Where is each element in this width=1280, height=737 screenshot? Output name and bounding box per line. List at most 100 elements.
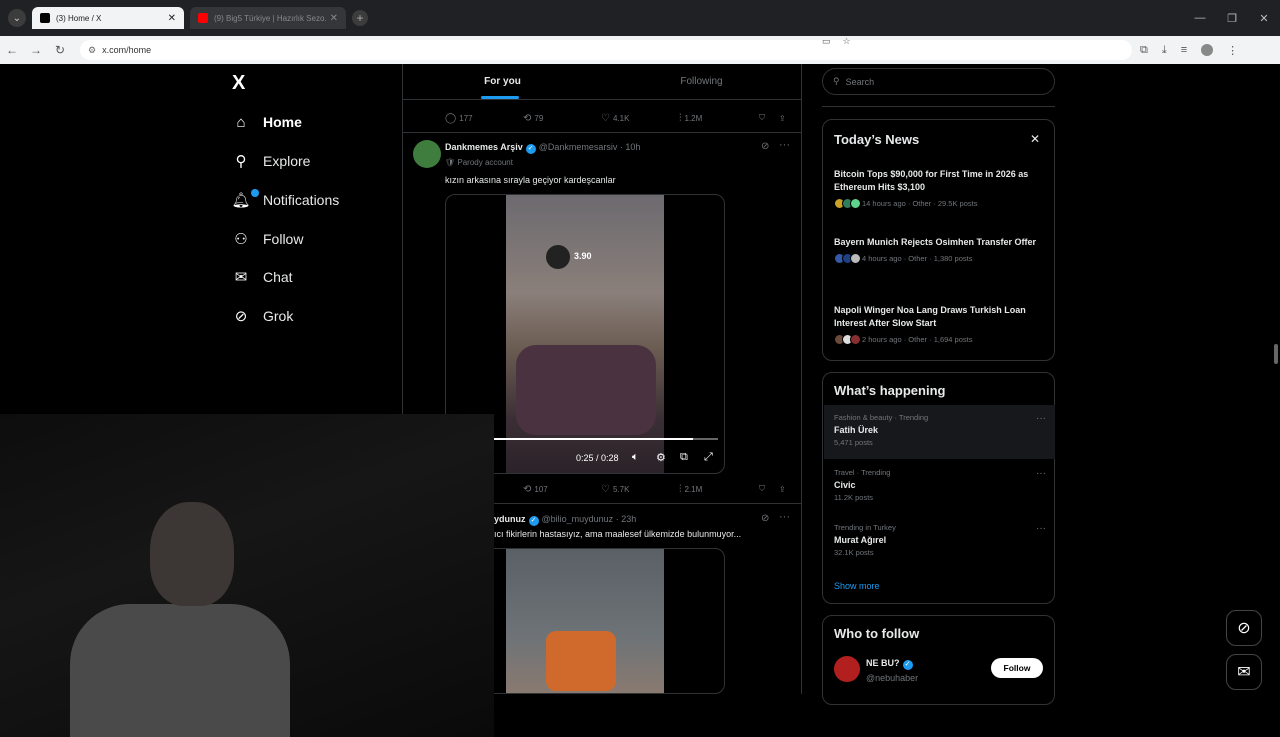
share-icon[interactable]: ⇪ bbox=[779, 114, 786, 123]
tweet-actions: ⟲ 107 ♡ 5.7K ⫶ 2.1M ⛉ ⇪ bbox=[445, 481, 786, 497]
bookmark-star-icon[interactable]: ☆ bbox=[843, 36, 851, 47]
tweet-header: Dankmemes Arşiv ✓ @Dankmemesarsiv · 10h bbox=[445, 142, 641, 154]
new-tab-button[interactable]: + bbox=[352, 10, 368, 26]
trend-item[interactable]: Fashion & beauty · Trending Fatih Ürek 5… bbox=[834, 413, 1046, 447]
extensions-icon[interactable]: ⧉ bbox=[1140, 44, 1148, 57]
close-tab-icon[interactable]: ✕ bbox=[330, 13, 338, 24]
tweet-time[interactable]: 10h bbox=[625, 142, 640, 152]
reload-icon[interactable]: ↻ bbox=[48, 43, 72, 57]
news-title: Today’s News bbox=[834, 132, 920, 147]
like-button[interactable]: ♡ 5.7K bbox=[601, 484, 629, 495]
news-item[interactable]: Napoli Winger Noa Lang Draws Turkish Loa… bbox=[834, 304, 1046, 345]
address-bar[interactable]: ⚙ x.com/home ▭ ☆ bbox=[80, 36, 1132, 60]
back-icon[interactable]: ← bbox=[0, 43, 24, 57]
site-info-icon[interactable]: ⚙ bbox=[88, 45, 96, 56]
repost-icon: ⟲ bbox=[523, 483, 532, 495]
menu-icon[interactable]: ⋮ bbox=[1227, 44, 1238, 57]
nav-item-chat[interactable]: ✉ Chat bbox=[232, 265, 293, 289]
messages-float-icon[interactable]: ✉ bbox=[1226, 654, 1262, 690]
notification-badge bbox=[251, 189, 259, 197]
more-options-icon[interactable]: ··· bbox=[1036, 413, 1046, 424]
like-count: 5.7K bbox=[612, 484, 630, 494]
follow-icon: ⚇ bbox=[234, 231, 248, 248]
trend-category: Travel · Trending bbox=[834, 468, 891, 477]
trend-count: 5,471 posts bbox=[834, 438, 873, 447]
follow-button[interactable]: Follow bbox=[991, 658, 1043, 678]
search-icon: ⚲ bbox=[235, 153, 247, 170]
more-options-icon[interactable]: ··· bbox=[1036, 523, 1046, 534]
search-input[interactable]: ⚲ Search bbox=[822, 68, 1055, 95]
news-headline: Bitcoin Tops $90,000 for First Time in 2… bbox=[834, 169, 1029, 192]
video-progress-fill bbox=[494, 438, 694, 440]
author-name[interactable]: ydunuz bbox=[494, 514, 526, 524]
views-button[interactable]: ⫶ 1.2M bbox=[679, 113, 702, 124]
restore-icon[interactable]: ❐ bbox=[1216, 0, 1248, 36]
mail-icon: ✉ bbox=[234, 269, 248, 286]
more-options-icon[interactable]: ··· bbox=[779, 511, 790, 523]
account-avatar[interactable] bbox=[834, 656, 860, 682]
trend-name: Fatih Ürek bbox=[834, 425, 879, 435]
fullscreen-icon[interactable]: ⤢ bbox=[704, 451, 713, 464]
divider bbox=[822, 106, 1055, 107]
news-meta-text: 14 hours ago · Other · 29.5K posts bbox=[862, 199, 978, 208]
nav-item-home[interactable]: ⌂ Home bbox=[232, 110, 301, 134]
nav-label: Explore bbox=[263, 153, 311, 169]
more-options-icon[interactable]: ··· bbox=[779, 139, 790, 151]
x-logo[interactable]: X bbox=[232, 72, 245, 95]
nav-item-grok[interactable]: ⊘ Grok bbox=[232, 304, 294, 328]
grok-icon[interactable]: ⊘ bbox=[761, 141, 769, 152]
settings-icon[interactable]: ⚙ bbox=[656, 451, 666, 464]
tab-following[interactable]: Following bbox=[602, 64, 801, 99]
news-meta-text: 4 hours ago · Other · 1,380 posts bbox=[862, 254, 973, 263]
download-icon[interactable]: ⤓ bbox=[1162, 44, 1167, 57]
browser-tab-x-home[interactable]: (3) Home / X ✕ bbox=[32, 7, 184, 29]
minimize-icon[interactable]: — bbox=[1184, 0, 1216, 36]
close-tab-icon[interactable]: ✕ bbox=[168, 13, 176, 24]
trend-count: 32.1K posts bbox=[834, 548, 874, 557]
news-item[interactable]: Bitcoin Tops $90,000 for First Time in 2… bbox=[834, 168, 1046, 209]
author-handle[interactable]: @bilio_muydunuz bbox=[542, 514, 614, 524]
tweet-time[interactable]: 23h bbox=[621, 514, 636, 524]
like-button[interactable]: ♡ 4.1K bbox=[601, 113, 629, 124]
bookmark-icon[interactable]: ⛉ bbox=[759, 484, 765, 494]
nav-item-explore[interactable]: ⚲ Explore bbox=[232, 149, 311, 173]
news-item[interactable]: Bayern Munich Rejects Osimhen Transfer O… bbox=[834, 236, 1046, 264]
avatar-stack bbox=[834, 334, 861, 345]
tab-for-you[interactable]: For you bbox=[403, 64, 602, 99]
tab-title: (9) Big5 Türkiye | Hazırlık Sezo... bbox=[214, 13, 326, 23]
cast-icon[interactable]: ▭ bbox=[822, 36, 831, 47]
more-options-icon[interactable]: ··· bbox=[1036, 468, 1046, 479]
divider bbox=[801, 64, 802, 694]
grok-icon[interactable]: ⊘ bbox=[761, 513, 769, 524]
forward-icon[interactable]: → bbox=[24, 43, 48, 57]
whats-happening-card: What’s happening Fashion & beauty · Tren… bbox=[822, 372, 1055, 604]
author-handle[interactable]: @Dankmemesarsiv bbox=[539, 142, 618, 152]
reply-button[interactable]: ◯ 177 bbox=[445, 113, 473, 124]
nav-item-notifications[interactable]: 🔔︎ Notifications bbox=[231, 188, 339, 212]
profile-avatar[interactable] bbox=[1201, 43, 1214, 56]
close-icon[interactable]: ✕ bbox=[1030, 132, 1040, 146]
view-count: 1.2M bbox=[684, 113, 703, 123]
video-progress-track[interactable] bbox=[494, 438, 718, 440]
repost-button[interactable]: ⟲ 107 bbox=[523, 484, 548, 495]
media-icon[interactable]: ≡ bbox=[1181, 44, 1187, 57]
tweet-avatar[interactable] bbox=[413, 140, 441, 168]
trend-item[interactable]: Trending in Turkey Murat Ağırel 32.1K po… bbox=[834, 523, 1046, 557]
account-info[interactable]: NE BU? ✓ @nebuhaber bbox=[866, 658, 918, 683]
page-scrollbar[interactable] bbox=[1274, 344, 1278, 364]
grok-float-icon[interactable]: ⊘ bbox=[1226, 610, 1262, 646]
repost-button[interactable]: ⟲ 79 bbox=[523, 113, 543, 124]
show-more-link[interactable]: Show more bbox=[834, 581, 880, 591]
pip-icon[interactable]: ⧉ bbox=[680, 451, 688, 464]
volume-icon[interactable]: 🔈︎ bbox=[632, 451, 639, 464]
tab-search-button[interactable]: ⌄ bbox=[8, 9, 26, 27]
search-placeholder: Search bbox=[845, 76, 875, 87]
bookmark-icon[interactable]: ⛉ bbox=[759, 113, 765, 123]
author-name[interactable]: Dankmemes Arşiv bbox=[445, 142, 523, 152]
share-icon[interactable]: ⇪ bbox=[779, 485, 786, 494]
trend-item[interactable]: Travel · Trending Civic 11.2K posts ··· bbox=[834, 468, 1046, 502]
browser-tab-youtube[interactable]: (9) Big5 Türkiye | Hazırlık Sezo... ✕ bbox=[190, 7, 346, 29]
nav-item-follow[interactable]: ⚇ Follow bbox=[232, 227, 303, 251]
views-button[interactable]: ⫶ 2.1M bbox=[679, 484, 702, 495]
close-window-icon[interactable]: ✕ bbox=[1248, 0, 1280, 36]
